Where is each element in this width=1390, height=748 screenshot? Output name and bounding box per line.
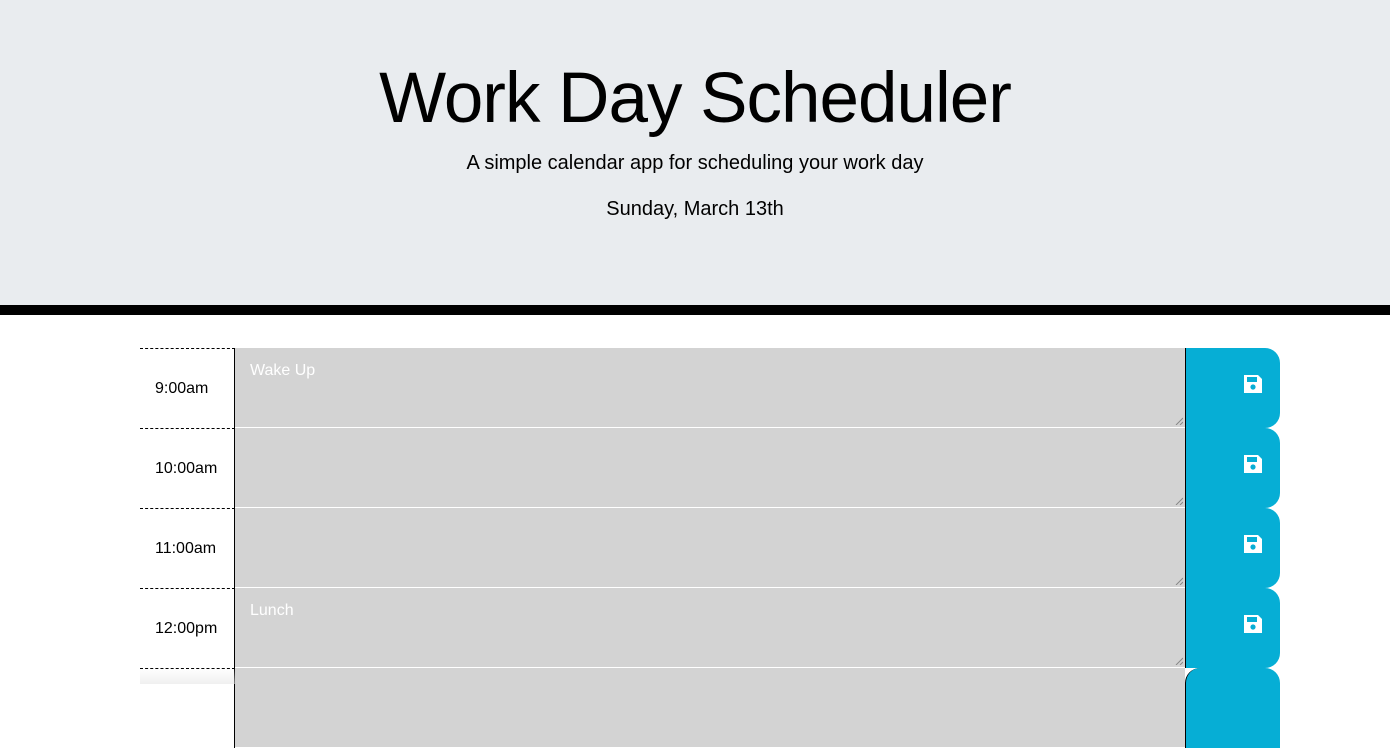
save-button[interactable] bbox=[1185, 348, 1280, 428]
resize-grip-icon[interactable] bbox=[1175, 657, 1183, 665]
save-button[interactable] bbox=[1185, 668, 1280, 748]
floppy-disk-icon bbox=[1244, 455, 1262, 473]
page-title: Work Day Scheduler bbox=[379, 59, 1012, 138]
description-textarea[interactable] bbox=[235, 508, 1185, 588]
time-block bbox=[140, 668, 1280, 748]
save-button[interactable] bbox=[1185, 588, 1280, 668]
floppy-disk-icon bbox=[1244, 535, 1262, 553]
hour-label: 9:00am bbox=[140, 348, 235, 428]
hour-label: 10:00am bbox=[140, 428, 235, 508]
hour-label: 11:00am bbox=[140, 508, 235, 588]
description-text: Lunch bbox=[250, 602, 294, 619]
time-block-list: 9:00am Wake Up 10:00am 11:00am 12:00pm L… bbox=[140, 348, 1280, 748]
resize-grip-icon[interactable] bbox=[1175, 577, 1183, 585]
hour-label: 12:00pm bbox=[140, 588, 235, 668]
current-day: Sunday, March 13th bbox=[606, 198, 784, 220]
scroll-shadow bbox=[140, 668, 235, 684]
page-subtitle: A simple calendar app for scheduling you… bbox=[466, 152, 924, 174]
description-textarea[interactable]: Lunch bbox=[235, 588, 1185, 668]
time-block: 9:00am Wake Up bbox=[140, 348, 1280, 428]
time-block: 10:00am bbox=[140, 428, 1280, 508]
description-textarea[interactable] bbox=[235, 668, 1185, 748]
floppy-disk-icon bbox=[1244, 615, 1262, 633]
description-textarea[interactable] bbox=[235, 428, 1185, 508]
time-block: 12:00pm Lunch bbox=[140, 588, 1280, 668]
save-button[interactable] bbox=[1185, 428, 1280, 508]
description-text: Wake Up bbox=[250, 362, 316, 379]
time-block: 11:00am bbox=[140, 508, 1280, 588]
description-textarea[interactable]: Wake Up bbox=[235, 348, 1185, 428]
save-button[interactable] bbox=[1185, 508, 1280, 588]
resize-grip-icon[interactable] bbox=[1175, 417, 1183, 425]
resize-grip-icon[interactable] bbox=[1175, 497, 1183, 505]
floppy-disk-icon bbox=[1244, 375, 1262, 393]
header-jumbotron: Work Day Scheduler A simple calendar app… bbox=[0, 0, 1390, 315]
